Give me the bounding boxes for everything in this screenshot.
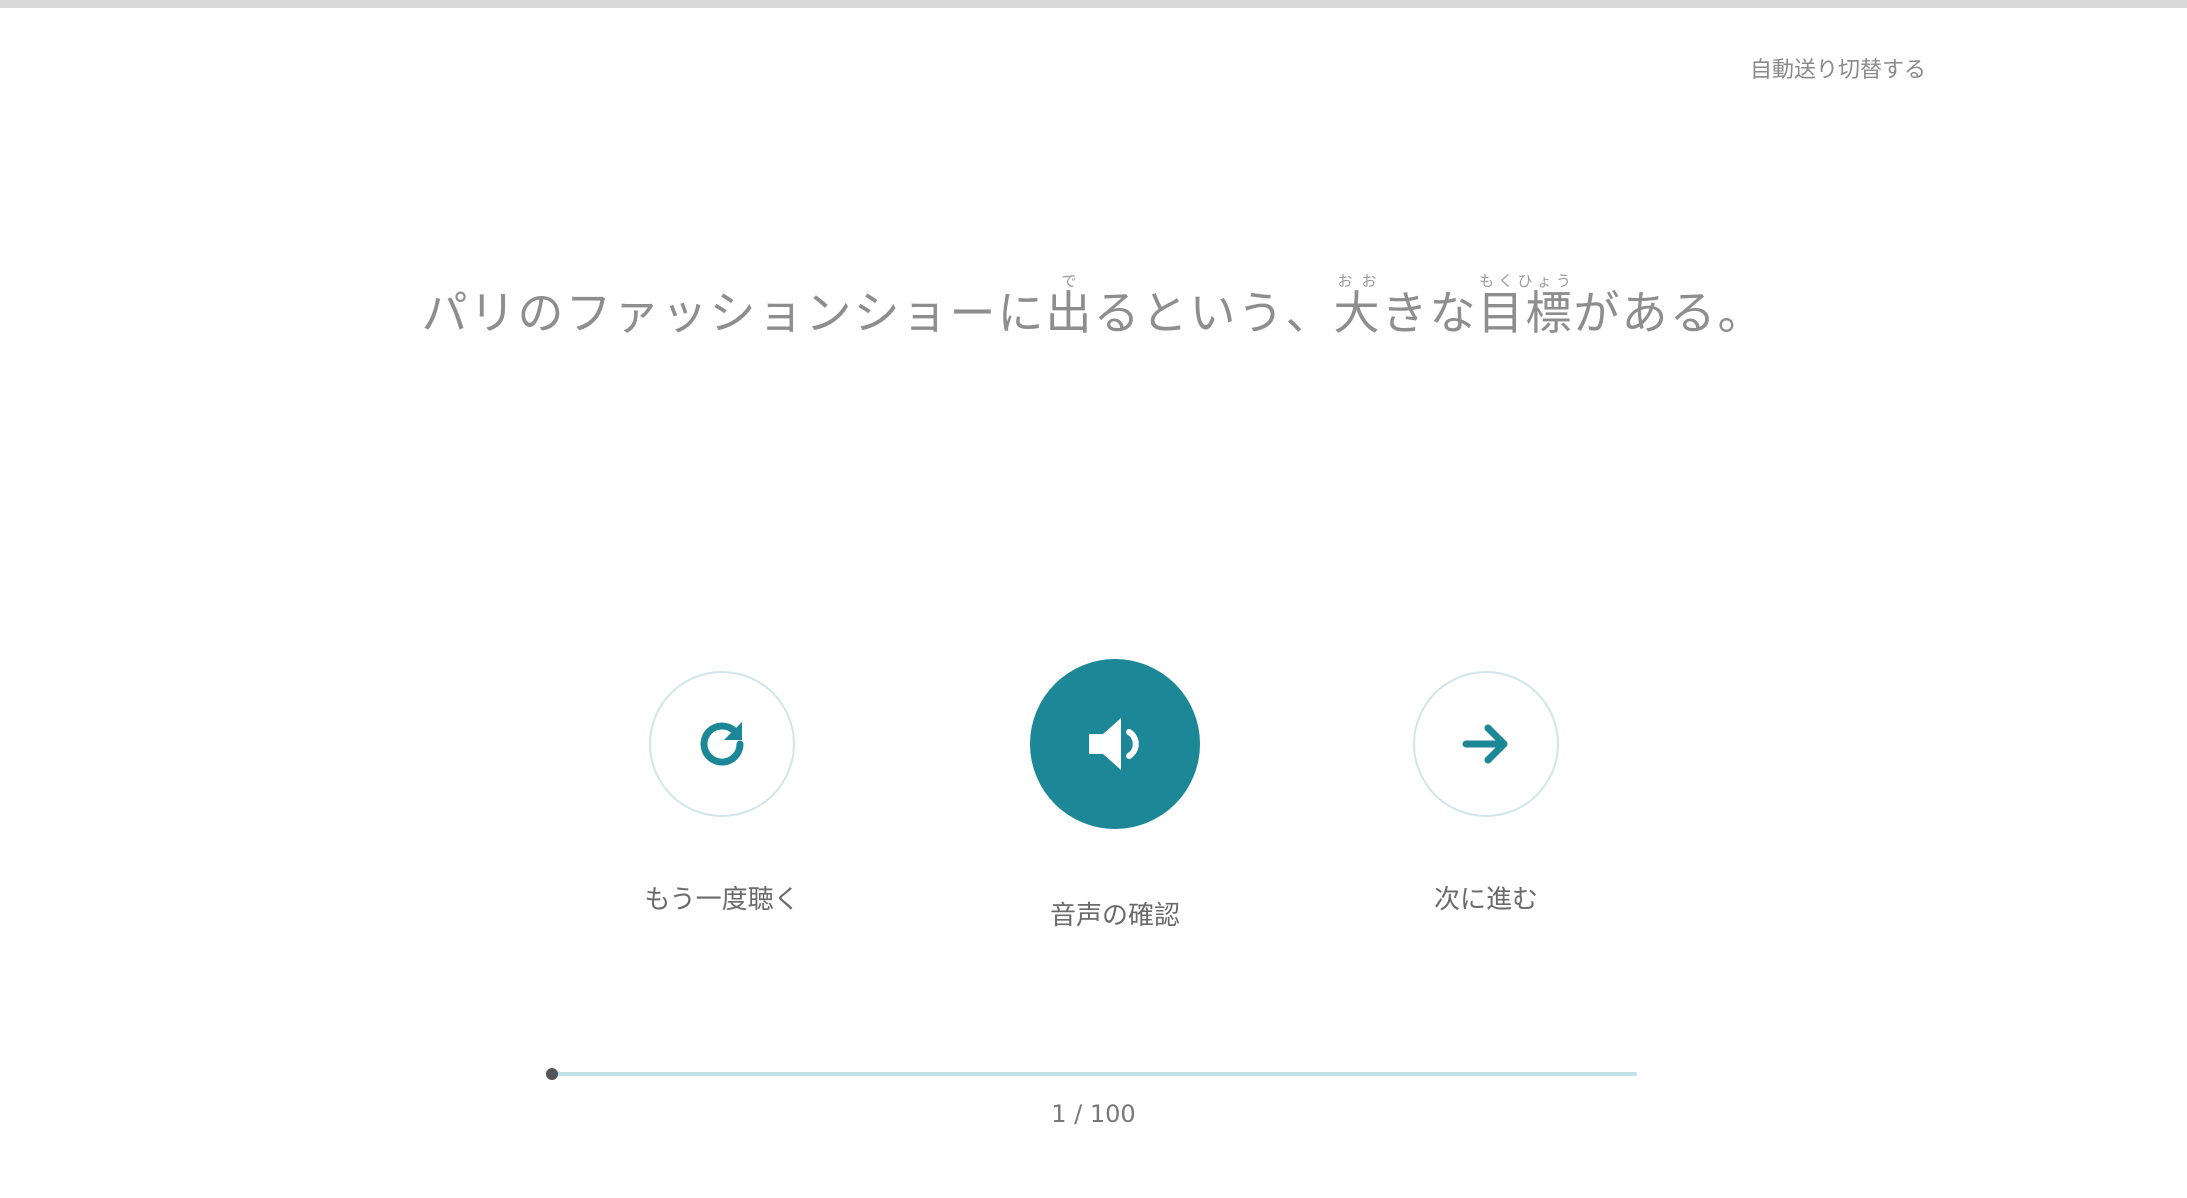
progress-track — [552, 1072, 1637, 1076]
auto-advance-toggle-link[interactable]: 自動送り切替する — [1708, 52, 1968, 84]
furigana-mokuhyou: もくひょう — [1477, 272, 1574, 290]
sentence-segment-4: きな — [1381, 286, 1478, 340]
playback-controls: もう一度聴く 音声の確認 次に進む — [0, 655, 2187, 945]
replay-button[interactable] — [649, 671, 795, 817]
next-label: 次に進む — [1433, 885, 1538, 915]
next-control: 次に進む — [1356, 655, 1616, 916]
replay-label: もう一度聴く — [644, 885, 800, 915]
sentence-ruby-oo: 大おお — [1333, 272, 1382, 340]
furigana-de: で — [1045, 272, 1094, 290]
sentence-ruby-mokuhyou: 目標もくひょう — [1477, 272, 1574, 340]
sentence-segment-0: パリのファッションショーに — [421, 286, 1046, 340]
sentence-segment-6: がある。 — [1573, 286, 1766, 340]
sentence-segment-2: るという、 — [1093, 286, 1334, 340]
speaker-icon — [1089, 718, 1139, 770]
audio-label: 音声の確認 — [1049, 901, 1180, 931]
next-button[interactable] — [1413, 671, 1559, 817]
top-border — [0, 0, 2187, 8]
practice-sentence: パリのファッションショーに出でるという、大おおきな目標もくひょうがある。 — [0, 270, 2187, 357]
sentence-ruby-de: 出で — [1045, 272, 1094, 340]
progress-handle — [546, 1068, 558, 1080]
progress-counter: 1 / 100 — [1051, 1100, 1136, 1128]
progress-bar — [546, 1068, 1637, 1080]
replay-control: もう一度聴く — [592, 655, 852, 916]
audio-button[interactable] — [1030, 659, 1200, 829]
audio-control: 音声の確認 — [985, 655, 1245, 932]
arrow-right-icon — [1462, 724, 1508, 764]
refresh-icon — [700, 722, 744, 766]
furigana-oo: おお — [1333, 272, 1382, 290]
